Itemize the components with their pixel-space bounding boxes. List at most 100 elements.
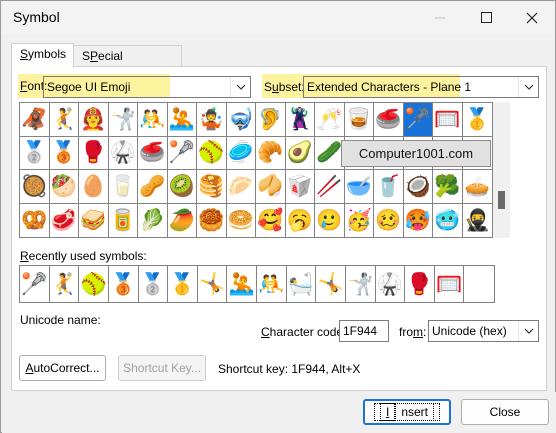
symbol-cell[interactable]: 🦧 (20, 103, 50, 137)
close-button[interactable]: Close (461, 399, 549, 425)
recent-symbol-cell[interactable]: 🤽 (227, 266, 257, 302)
symbol-cell[interactable]: 🥲 (315, 203, 345, 237)
symbol-cell[interactable]: 🥙 (49, 170, 79, 204)
tab-symbols[interactable]: Symbols (11, 43, 74, 67)
symbol-cell[interactable]: 🥮 (197, 203, 227, 237)
symbol-cell[interactable]: 🥪 (79, 203, 109, 237)
symbol-cell[interactable]: 🥬 (138, 203, 168, 237)
symbol-cell[interactable]: 🥂 (315, 103, 345, 137)
from-value: Unicode (hex) (432, 324, 507, 338)
symbol-cell[interactable]: 🥦 (433, 170, 463, 204)
symbol-cell[interactable]: 🥢 (315, 170, 345, 204)
symbol-cell[interactable]: 🥐 (256, 136, 286, 170)
symbol-cell[interactable]: 🥰 (256, 203, 286, 237)
symbol-cell[interactable]: 🥇 (462, 103, 492, 137)
symbol-cell[interactable]: 🥧 (462, 170, 492, 204)
recent-symbol-cell[interactable]: 🥎 (79, 266, 109, 302)
symbol-cell[interactable]: 🦹 (285, 103, 315, 137)
recent-symbol-cell[interactable]: 🤺 (346, 266, 376, 302)
symbol-cell[interactable]: 🥯 (227, 203, 256, 237)
symbol-cell[interactable]: 🥞 (197, 170, 227, 204)
symbol-cell[interactable]: 🥍 (167, 136, 197, 170)
symbol-cell[interactable]: 🤽 (167, 103, 197, 137)
symbol-cell[interactable]: 🥩 (50, 203, 79, 237)
subset-combobox[interactable]: Extended Characters - Plane 1 (303, 76, 539, 98)
symbol-cell[interactable]: 🥴 (374, 203, 404, 237)
symbol-cell[interactable]: 🥉 (49, 136, 79, 170)
recent-symbol-cell[interactable]: 🥊 (405, 266, 435, 302)
recent-symbol-cell[interactable]: 🥈 (139, 266, 169, 302)
recent-symbol-cell[interactable]: 🥅 (435, 266, 465, 302)
recent-symbol-cell[interactable]: 🥍 (20, 266, 50, 302)
symbol-cell[interactable]: 🥫 (109, 203, 138, 237)
recent-symbol-cell[interactable]: 🤸 (316, 266, 346, 302)
recent-symbol-cell[interactable]: 🥇 (168, 266, 198, 302)
symbol-cell[interactable]: 🤺 (108, 103, 138, 137)
symbol-cell[interactable]: 🥋 (108, 136, 138, 170)
scrollbar-thumb[interactable] (498, 191, 505, 209)
symbol-cell[interactable]: 🥤 (374, 170, 404, 204)
insert-button[interactable]: Insert (363, 399, 451, 425)
symbol-cell[interactable]: 🥑 (285, 136, 315, 170)
symbol-grid[interactable]: 🦧🤾🧑‍🚒🤺🤼🤽🤹🤿🦻🦹🥂🥃🥌🥍🥅🥇🥈🥉🥊🥋🥌🥍🥎🥏🥐🥑🥒🥓🥔🥕🥖🥗🥘🥙🥚🥛🥜🥝… (19, 102, 493, 238)
recent-symbol-cell[interactable]: 🤼 (257, 266, 287, 302)
symbol-cell[interactable]: 🥎 (197, 136, 227, 170)
symbol-cell[interactable]: 🥊 (79, 136, 109, 170)
tab-special-before: S (82, 49, 91, 63)
symbol-cell[interactable]: 🥃 (344, 103, 374, 137)
subset-dropdown-arrow[interactable] (518, 77, 538, 97)
symbol-cell[interactable]: 🤹 (197, 103, 227, 137)
symbol-cell[interactable]: 🤿 (226, 103, 256, 137)
symbol-cell[interactable]: 🦻 (256, 103, 286, 137)
symbol-cell[interactable]: 🥈 (20, 136, 50, 170)
symbol-cell[interactable]: 🥚 (79, 170, 109, 204)
symbol-cell[interactable]: 🥵 (404, 203, 433, 237)
symbol-cell[interactable]: 🥥 (403, 170, 433, 204)
insert-rest: nsert (395, 403, 435, 421)
from-dropdown-arrow[interactable] (518, 321, 538, 341)
autocorrect-rest: utoCorrect... (33, 361, 100, 375)
symbol-cell[interactable]: 🥏 (226, 136, 256, 170)
symbol-cell[interactable]: 🥷 (463, 204, 493, 238)
recent-symbols-row[interactable]: 🥍 🤾 🥎 🥉 🥈 🥇 🤸 🤽 🤼 🛀 🤸 🤺 🥋 🥊 🥅 (19, 265, 495, 303)
symbol-cell[interactable]: 🥛 (108, 170, 138, 204)
recent-label-key: R (20, 249, 29, 263)
symbol-cell[interactable]: 🤼 (138, 103, 168, 137)
symbol-cell[interactable]: 🤾 (49, 103, 79, 137)
character-code-input[interactable]: 1F944 (339, 320, 389, 342)
recent-symbol-cell[interactable]: 🥋 (376, 266, 406, 302)
symbol-cell[interactable]: 🥜 (138, 170, 168, 204)
font-dropdown-arrow[interactable] (230, 77, 250, 97)
tab-special-characters[interactable]: SPecial Characters (74, 45, 182, 83)
recent-symbol-cell[interactable]: 🤸 (198, 266, 228, 302)
symbol-cell[interactable]: 🥶 (433, 203, 463, 237)
title-bar: Symbol (1, 1, 555, 34)
recent-symbol-cell[interactable] (464, 266, 494, 302)
close-window-button[interactable] (509, 1, 555, 34)
symbol-cell[interactable]: 🥟 (226, 170, 256, 204)
symbol-cell[interactable]: 🥨 (20, 203, 50, 237)
symbol-cell[interactable]: 🥅 (433, 103, 463, 137)
symbol-cell[interactable]: 🥘 (20, 170, 50, 204)
symbol-cell[interactable]: 🥱 (286, 203, 315, 237)
maximize-button[interactable] (463, 1, 509, 34)
symbol-cell[interactable]: 🥡 (285, 170, 315, 204)
symbol-cell[interactable]: 🥌 (374, 103, 404, 137)
autocorrect-button[interactable]: AutoCorrect... (19, 355, 106, 381)
symbol-cell[interactable]: 🥣 (344, 170, 374, 204)
symbol-cell[interactable]: 🥳 (345, 203, 374, 237)
font-combobox[interactable]: Segoe UI Emoji (43, 76, 251, 98)
symbol-grid-scrollbar[interactable] (493, 102, 510, 238)
from-combobox[interactable]: Unicode (hex) (428, 320, 539, 342)
subset-label-before: S (264, 80, 273, 94)
symbol-dialog: Symbol Symbols SPecial Characters Font: … (0, 0, 556, 433)
recent-symbol-cell[interactable]: 🥉 (109, 266, 139, 302)
symbol-cell[interactable]: 🥝 (167, 170, 197, 204)
symbol-cell[interactable]: 🥌 (138, 136, 168, 170)
symbol-cell-selected[interactable]: 🥍 (403, 103, 433, 137)
symbol-cell[interactable]: 🥠 (256, 170, 286, 204)
recent-symbol-cell[interactable]: 🛀 (287, 266, 317, 302)
symbol-cell[interactable]: 🧑‍🚒 (79, 103, 109, 137)
symbol-cell[interactable]: 🥭 (168, 203, 197, 237)
recent-symbol-cell[interactable]: 🤾 (50, 266, 80, 302)
